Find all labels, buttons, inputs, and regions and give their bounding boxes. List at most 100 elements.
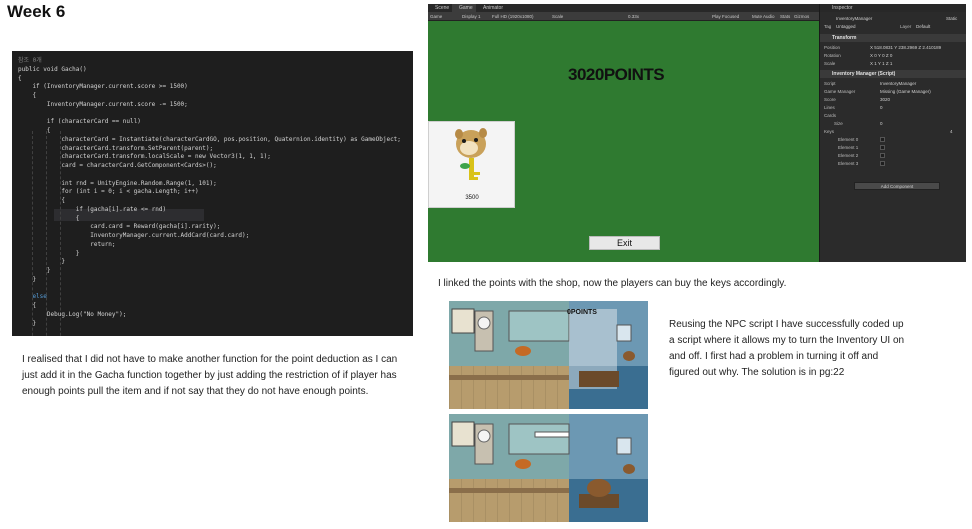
key-element-checkbox[interactable] bbox=[880, 161, 885, 166]
game-view: 3020POINTS 3500 Exit bbox=[428, 21, 819, 262]
score-field[interactable]: 3020 bbox=[880, 96, 890, 103]
layer-dropdown[interactable]: Default bbox=[916, 23, 930, 30]
play-mode-dropdown[interactable]: Play Focused bbox=[712, 12, 739, 21]
editor-tabs: Scene Game Animator bbox=[428, 4, 819, 12]
code-line: { bbox=[18, 74, 22, 82]
shop-description: I linked the points with the shop, now t… bbox=[438, 278, 787, 289]
character-card[interactable]: 3500 bbox=[428, 121, 515, 208]
mute-audio-toggle[interactable]: Mute Audio bbox=[752, 12, 775, 21]
code-line: 참조 0개 bbox=[18, 57, 42, 64]
code-line: if (characterCard == null) bbox=[18, 118, 141, 126]
tag-dropdown[interactable]: Untagged bbox=[836, 23, 856, 30]
room-scene-icon bbox=[449, 421, 635, 508]
key-element-label: Element 0 bbox=[838, 137, 859, 142]
scale-value[interactable]: 0.33x bbox=[628, 12, 639, 21]
code-line: } bbox=[18, 249, 80, 257]
code-line: characterCard = Instantiate(characterCar… bbox=[18, 135, 401, 143]
code-line: card.card = Reward(gacha[i].rarity); bbox=[18, 223, 221, 231]
transform-title: Transform bbox=[832, 35, 857, 41]
display-dropdown[interactable]: Game bbox=[430, 12, 442, 21]
game-toolbar: Game Display 1 Full HD (1920x1080) Scale… bbox=[428, 12, 819, 21]
game-screenshot-inventory-open: 0POINTS bbox=[449, 301, 648, 409]
keys-size-field[interactable]: 4 bbox=[950, 128, 953, 135]
code-line: } bbox=[18, 267, 51, 274]
code-line: { bbox=[18, 92, 37, 99]
code-line: InventoryManager.current.AddCard(card.ca… bbox=[18, 232, 250, 239]
code-line: } bbox=[18, 319, 37, 327]
key-element-label: Element 3 bbox=[838, 161, 859, 166]
code-line: { bbox=[18, 302, 37, 309]
scale-label: Scale bbox=[824, 61, 836, 66]
code-line: card = characterCard.GetComponent<Cards>… bbox=[18, 162, 217, 169]
key-element-label: Element 1 bbox=[838, 145, 859, 150]
resolution-dropdown[interactable]: Full HD (1920x1080) bbox=[492, 12, 534, 21]
code-line: if (InventoryManager.current.score >= 15… bbox=[18, 83, 188, 91]
code-line: characterCard.transform.SetParent(parent… bbox=[18, 144, 214, 152]
transform-section[interactable]: Transform bbox=[820, 34, 966, 42]
position-label: Position bbox=[824, 45, 841, 50]
inspector-panel: Inspector InventoryManager Static Tag Un… bbox=[819, 4, 966, 262]
script-section[interactable]: Inventory Manager (Script) bbox=[820, 70, 966, 78]
inspector-tab[interactable]: Inspector bbox=[820, 4, 966, 12]
scale-label: Scale bbox=[552, 14, 564, 19]
tab-animator[interactable]: Animator bbox=[476, 4, 508, 12]
gacha-description: I realised that I did not have to make a… bbox=[22, 354, 398, 397]
cards-label[interactable]: Cards bbox=[824, 112, 836, 119]
npc-script-description: Reusing the NPC script I have successful… bbox=[669, 319, 905, 378]
code-line: { bbox=[18, 197, 65, 204]
code-line: int rnd = UnityEngine.Random.Range(1, 10… bbox=[18, 179, 217, 187]
scale-fields[interactable]: X 1 Y 1 Z 1 bbox=[870, 60, 892, 67]
tab-scene[interactable]: Scene bbox=[428, 4, 452, 12]
stats-toggle[interactable]: Stats bbox=[780, 12, 790, 21]
code-line: } bbox=[18, 275, 37, 283]
code-line: else bbox=[18, 293, 47, 301]
code-line: if (gacha[i].rate <= rnd) bbox=[18, 205, 167, 213]
code-line: for (int i = 0; i < gacha.Length; i++) bbox=[18, 188, 199, 196]
object-name-field[interactable]: InventoryManager bbox=[836, 15, 872, 22]
code-line: { bbox=[18, 127, 51, 134]
rotation-label: Rotation bbox=[824, 53, 841, 58]
inspector-tab-label: Inspector bbox=[832, 5, 853, 11]
lines-label: Lines bbox=[824, 105, 835, 110]
score-label: Score bbox=[824, 97, 836, 102]
code-line: InventoryManager.current.score -= 1500; bbox=[18, 100, 188, 108]
key-element-checkbox[interactable] bbox=[880, 153, 885, 158]
game-manager-field[interactable]: Missing (Game Manager) bbox=[880, 88, 931, 95]
lines-field[interactable]: 0 bbox=[880, 104, 883, 111]
page-title: Week 6 bbox=[7, 2, 66, 21]
script-component-title: Inventory Manager (Script) bbox=[832, 71, 896, 77]
card-value: 3500 bbox=[465, 195, 479, 201]
hamster-key-icon bbox=[455, 128, 487, 180]
static-toggle[interactable]: Static bbox=[946, 15, 957, 22]
script-label: Script bbox=[824, 81, 836, 86]
room-scene-icon bbox=[449, 308, 635, 389]
gizmos-dropdown[interactable]: Gizmos bbox=[794, 12, 809, 21]
add-component-button[interactable]: Add Component bbox=[854, 182, 940, 190]
code-line: characterCard.transform.localScale = new… bbox=[18, 153, 271, 161]
code-line: return; bbox=[18, 240, 116, 248]
tag-label: Tag bbox=[824, 24, 832, 29]
game-manager-label: Game Manager bbox=[824, 89, 856, 94]
code-line: { bbox=[18, 214, 80, 222]
keys-label[interactable]: Keys bbox=[824, 128, 834, 135]
unity-editor: Scene Game Animator Game Display 1 Full … bbox=[428, 4, 966, 262]
cards-size-label: Size bbox=[834, 121, 843, 126]
code-line: Debug.Log("No Money"); bbox=[18, 310, 127, 318]
tab-game[interactable]: Game bbox=[452, 4, 476, 12]
code-line: public void Gacha() bbox=[18, 65, 87, 73]
code-line: } bbox=[18, 258, 65, 266]
position-fields[interactable]: X 518.0831 Y 238.2969 Z 2.410189 bbox=[870, 44, 941, 51]
layer-label: Layer bbox=[900, 24, 912, 29]
rotation-fields[interactable]: X 0 Y 0 Z 0 bbox=[870, 52, 892, 59]
points-counter: 0POINTS bbox=[567, 309, 597, 316]
cards-size-field[interactable]: 0 bbox=[880, 120, 883, 127]
key-element-checkbox[interactable] bbox=[880, 145, 885, 150]
code-editor: 참조 0개 public void Gacha(){ if (InventoryM… bbox=[12, 51, 413, 336]
display-number-dropdown[interactable]: Display 1 bbox=[462, 12, 481, 21]
script-field[interactable]: InventoryManager bbox=[880, 80, 916, 87]
game-screenshot-inventory-closed bbox=[449, 414, 648, 522]
key-element-label: Element 2 bbox=[838, 153, 859, 158]
points-display: 3020POINTS bbox=[568, 65, 665, 84]
exit-button[interactable]: Exit bbox=[589, 236, 660, 250]
key-element-checkbox[interactable] bbox=[880, 137, 885, 142]
